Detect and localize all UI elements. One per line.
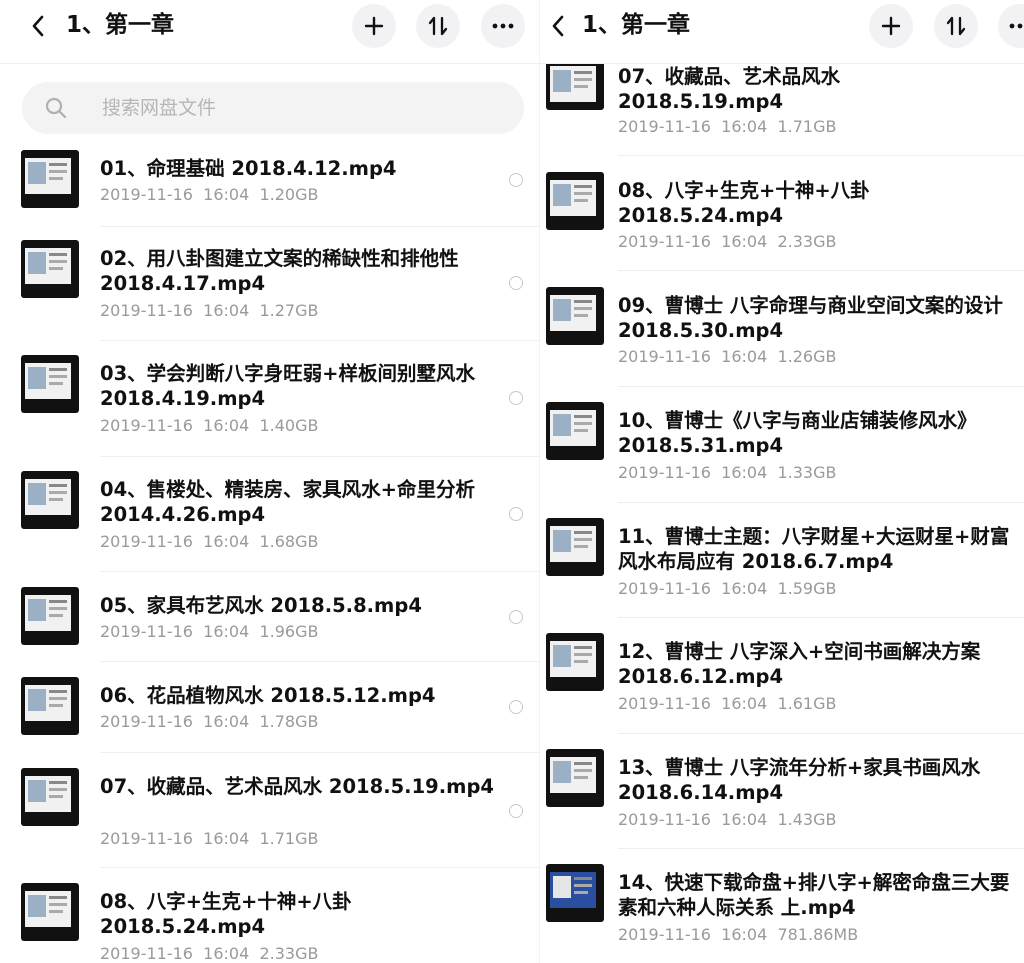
file-meta: 2019-11-16 16:04 1.96GB: [100, 622, 319, 641]
file-name: 10、曹博士《八字与商业店铺装修风水》2018.5.31.mp4: [618, 409, 977, 457]
file-meta: 2019-11-16 16:04 2.33GB: [100, 944, 319, 963]
select-radio[interactable]: [509, 804, 523, 818]
divider: [100, 752, 540, 753]
sort-icon: [946, 16, 966, 36]
back-button[interactable]: [544, 12, 572, 40]
file-name: 01、命理基础 2018.4.12.mp4: [100, 157, 397, 180]
file-meta: 2019-11-16 16:04 1.40GB: [100, 416, 319, 435]
file-meta: 2019-11-16 16:04 781.86MB: [618, 925, 859, 944]
more-horizontal-icon: [1009, 23, 1023, 29]
divider: [618, 386, 1024, 387]
file-name: 02、用八卦图建立文案的稀缺性和排他性 2018.4.17.mp4: [100, 247, 459, 295]
file-meta: 2019-11-16 16:04 1.59GB: [618, 579, 837, 598]
file-name: 06、花品植物风水 2018.5.12.mp4: [100, 684, 436, 707]
video-thumbnail: [546, 864, 604, 922]
divider: [618, 155, 1024, 156]
file-meta: 2019-11-16 16:04 2.33GB: [618, 232, 837, 251]
divider: [100, 456, 540, 457]
select-radio[interactable]: [509, 173, 523, 187]
file-name: 07、收藏品、艺术品风水 2018.5.19.mp4: [100, 775, 494, 798]
file-meta: 2019-11-16 16:04 1.68GB: [100, 532, 319, 551]
video-thumbnail: [546, 60, 604, 110]
video-thumbnail: [546, 402, 604, 460]
header: 1、第一章: [540, 0, 1024, 64]
file-name: 08、八字+生克+十神+八卦 2018.5.24.mp4: [618, 179, 870, 227]
divider: [100, 340, 540, 341]
video-thumbnail: [546, 633, 604, 691]
file-meta: 2019-11-16 16:04 1.71GB: [100, 829, 319, 848]
file-meta: 2019-11-16 16:04 1.20GB: [100, 185, 319, 204]
divider: [618, 733, 1024, 734]
video-thumbnail: [546, 172, 604, 230]
plus-icon: [364, 16, 384, 36]
divider: [618, 848, 1024, 849]
sort-button[interactable]: [416, 4, 460, 48]
video-thumbnail: [21, 883, 79, 941]
file-name: 08、八字+生克+十神+八卦 2018.5.24.mp4: [100, 890, 352, 938]
more-button[interactable]: [481, 4, 525, 48]
file-meta: 2019-11-16 16:04 1.27GB: [100, 301, 319, 320]
file-name: 03、学会判断八字身旺弱+样板间别墅风水 2018.4.19.mp4: [100, 362, 475, 410]
file-meta: 2019-11-16 16:04 1.33GB: [618, 463, 837, 482]
file-meta: 2019-11-16 16:04 1.71GB: [618, 117, 837, 136]
back-button[interactable]: [24, 12, 52, 40]
file-meta: 2019-11-16 16:04 1.61GB: [618, 694, 837, 713]
file-name: 13、曹博士 八字流年分析+家具书画风水 2018.6.14.mp4: [618, 756, 981, 804]
select-radio[interactable]: [509, 391, 523, 405]
divider: [100, 867, 540, 868]
file-name: 11、曹博士主题：八字财星+大运财星+财富风水布局应有 2018.6.7.mp4: [618, 525, 1010, 573]
select-radio[interactable]: [509, 507, 523, 521]
file-name: 12、曹博士 八字深入+空间书画解决方案 2018.6.12.mp4: [618, 640, 981, 688]
page-title: 1、第一章: [66, 12, 175, 38]
select-radio[interactable]: [509, 610, 523, 624]
file-meta: 2019-11-16 16:04 1.43GB: [618, 810, 837, 829]
sort-button[interactable]: [934, 4, 978, 48]
search-placeholder: 搜索网盘文件: [102, 97, 217, 119]
right-panel: 07、收藏品、艺术品风水 2018.5.19.mp4 2019-11-16 16…: [540, 0, 1024, 963]
select-radio[interactable]: [509, 276, 523, 290]
more-horizontal-icon: [492, 23, 514, 29]
chevron-left-icon: [32, 15, 44, 37]
divider: [618, 617, 1024, 618]
file-name: 14、快速下载命盘+排八字+解密命盘三大要素和六种人际关系 上.mp4: [618, 871, 1010, 919]
select-radio[interactable]: [509, 700, 523, 714]
divider: [618, 502, 1024, 503]
more-button[interactable]: [998, 4, 1024, 48]
page-title: 1、第一章: [582, 12, 691, 38]
file-name: 04、售楼处、精装房、家具风水+命里分析 2014.4.26.mp4: [100, 478, 475, 526]
file-name: 09、曹博士 八字命理与商业空间文案的设计 2018.5.30.mp4: [618, 294, 1003, 342]
divider: [100, 661, 540, 662]
left-panel: 1、第一章 搜索网盘文件 01、命理基础 2018.4.12.mp4 2019-…: [0, 0, 540, 963]
file-meta: 2019-11-16 16:04 1.78GB: [100, 712, 319, 731]
header: 1、第一章: [0, 0, 540, 64]
video-thumbnail: [546, 287, 604, 345]
sort-icon: [428, 16, 448, 36]
video-thumbnail: [21, 355, 79, 413]
video-thumbnail: [546, 518, 604, 576]
video-thumbnail: [21, 471, 79, 529]
divider: [618, 270, 1024, 271]
chevron-left-icon: [552, 15, 564, 37]
file-meta: 2019-11-16 16:04 1.26GB: [618, 347, 837, 366]
video-thumbnail: [21, 587, 79, 645]
file-name: 07、收藏品、艺术品风水 2018.5.19.mp4: [618, 65, 841, 113]
video-thumbnail: [546, 749, 604, 807]
add-button[interactable]: [352, 4, 396, 48]
video-thumbnail: [21, 677, 79, 735]
video-thumbnail: [21, 768, 79, 826]
search-input[interactable]: 搜索网盘文件: [22, 82, 524, 134]
add-button[interactable]: [869, 4, 913, 48]
divider: [100, 226, 540, 227]
file-name: 05、家具布艺风水 2018.5.8.mp4: [100, 594, 422, 617]
search-icon: [45, 97, 67, 119]
divider: [100, 571, 540, 572]
plus-icon: [881, 16, 901, 36]
video-thumbnail: [21, 150, 79, 208]
video-thumbnail: [21, 240, 79, 298]
